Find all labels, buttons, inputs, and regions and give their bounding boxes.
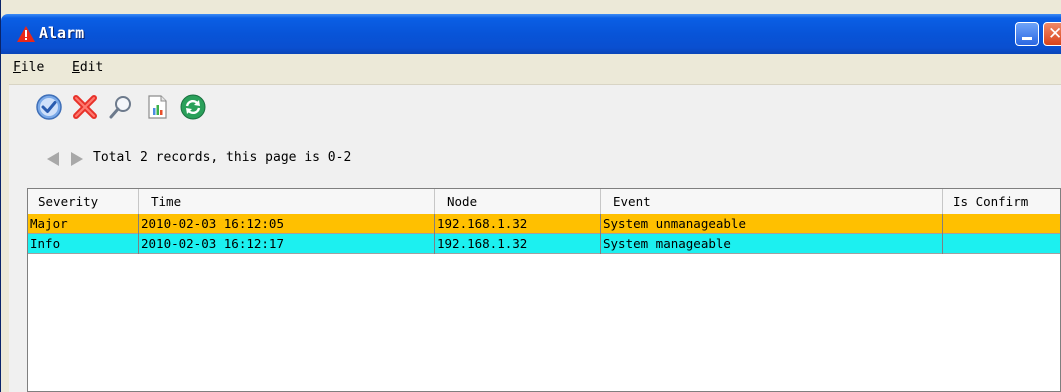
table-row[interactable]: Info 2010-02-03 16:12:17 192.168.1.32 Sy… [28,234,1060,254]
cell-time: 2010-02-03 16:12:17 [139,234,435,254]
search-icon[interactable] [107,93,135,121]
cell-severity: Major [28,214,139,234]
title-bar[interactable]: Alarm ✕ [1,14,1061,54]
cell-event: System manageable [601,234,943,254]
close-button[interactable]: ✕ [1043,22,1061,46]
cell-node: 192.168.1.32 [435,234,601,254]
previous-page-icon[interactable] [45,151,61,167]
menu-edit[interactable]: Edit [72,60,103,75]
cell-time: 2010-02-03 16:12:05 [139,214,435,234]
alarm-table: Severity Time Node Event Is Confirm Majo… [27,188,1061,392]
column-header-event[interactable]: Event [601,189,943,214]
close-icon: ✕ [1048,24,1061,44]
alarm-window: Alarm ✕ File Edit Total 2 records, this … [0,0,1061,392]
cell-event: System unmanageable [601,214,943,234]
delete-icon[interactable] [71,93,99,121]
client-area: Total 2 records, this page is 0-2 Severi… [9,85,1061,392]
table-header: Severity Time Node Event Is Confirm [28,189,1060,215]
report-icon[interactable] [143,93,171,121]
cell-node: 192.168.1.32 [435,214,601,234]
table-row[interactable]: Major 2010-02-03 16:12:05 192.168.1.32 S… [28,214,1060,234]
confirm-icon[interactable] [35,93,63,121]
minimize-icon [1022,37,1032,40]
column-header-is-confirm[interactable]: Is Confirm [943,189,1060,214]
next-page-icon[interactable] [69,151,85,167]
column-header-time[interactable]: Time [139,189,435,214]
alarm-warning-icon [17,26,35,42]
cell-is-confirm [943,234,1060,254]
column-header-node[interactable]: Node [435,189,601,214]
cell-severity: Info [28,234,139,254]
minimize-button[interactable] [1015,22,1039,46]
column-header-severity[interactable]: Severity [28,189,139,214]
records-summary: Total 2 records, this page is 0-2 [93,150,352,165]
window-title: Alarm [39,24,85,42]
cell-is-confirm [943,214,1060,234]
menu-file[interactable]: File [13,60,44,75]
menu-bar: File Edit [9,54,1061,85]
refresh-icon[interactable] [179,93,207,121]
